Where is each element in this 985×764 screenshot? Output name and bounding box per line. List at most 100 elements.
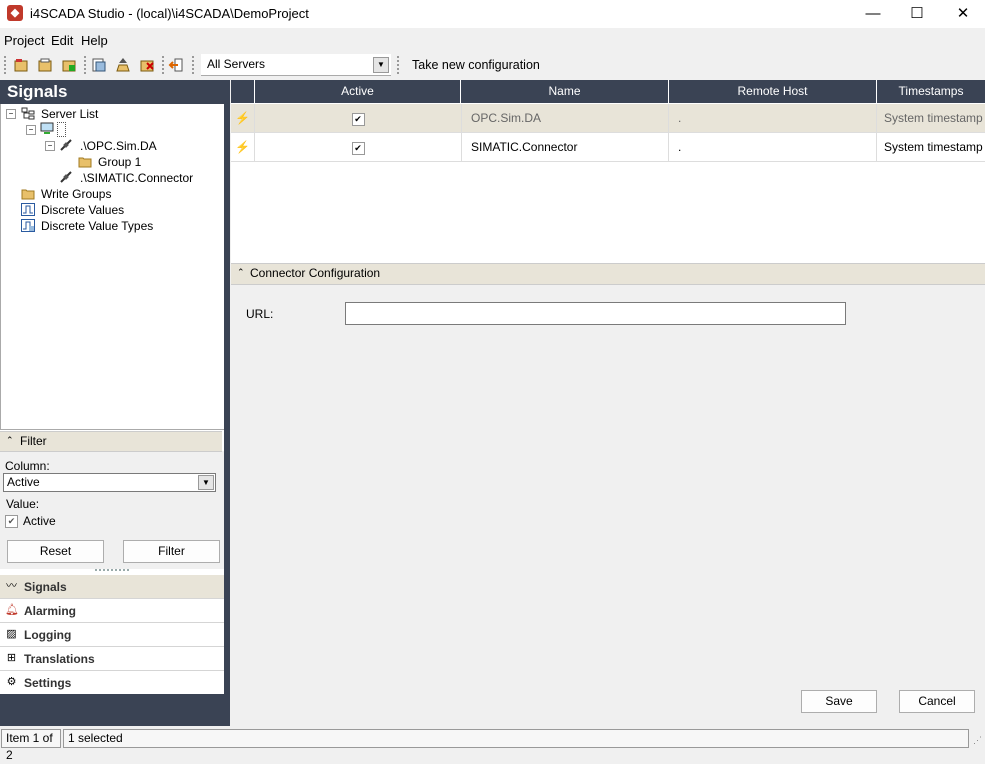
connector-configuration-panel (231, 284, 985, 726)
toolbar-separator (192, 56, 197, 74)
app-logo-icon: ◆ (7, 5, 23, 21)
column-header-name[interactable]: Name (461, 80, 669, 103)
tree-item-simatic-connector[interactable]: .\SIMATIC.Connector (80, 171, 193, 185)
chevron-up-icon[interactable]: ⌃ (6, 435, 14, 446)
nav-translations[interactable]: ⊞ Translations (0, 647, 224, 671)
menu-bar (0, 28, 985, 52)
row-active-checkbox[interactable]: ✔ (255, 104, 462, 132)
panel-splitter-handle[interactable] (95, 569, 129, 574)
row-name: OPC.Sim.DA (462, 104, 669, 132)
tree-collapse-toggle[interactable]: − (26, 125, 36, 135)
status-selection: 1 selected (63, 729, 969, 748)
column-select[interactable]: Active ▼ (3, 473, 216, 492)
toolbar-separator (84, 56, 89, 74)
take-new-configuration-button[interactable]: Take new configuration (406, 56, 546, 74)
server-node-label-box[interactable] (57, 122, 66, 137)
left-panel-title: Signals (7, 82, 68, 101)
minimize-button[interactable]: — (850, 0, 896, 28)
signals-icon: 〰 (6, 580, 17, 592)
nav-signals-label: Signals (24, 580, 67, 594)
grid-row-header-corner (231, 80, 255, 103)
menu-project[interactable]: Project (4, 33, 44, 48)
tree-item-group-1[interactable]: Group 1 (98, 155, 141, 169)
column-select-value: Active (7, 475, 40, 489)
plug-connector-icon (60, 139, 72, 151)
plug-connector-icon: ⚡ (231, 104, 255, 132)
column-header-remote-host[interactable]: Remote Host (669, 80, 877, 103)
discrete-values-icon (21, 203, 35, 216)
tree-item-write-groups[interactable]: Write Groups (41, 187, 111, 201)
tree-item-discrete-values[interactable]: Discrete Values (41, 203, 124, 217)
open-project-icon[interactable] (37, 57, 53, 73)
window-title: i4SCADA Studio - (local)\i4SCADA\DemoPro… (30, 6, 309, 21)
row-timestamps: System timestamp (884, 140, 983, 154)
tree-item-opc-sim-da[interactable]: .\OPC.Sim.DA (80, 139, 157, 153)
exit-icon[interactable] (168, 57, 184, 73)
chevron-down-icon[interactable]: ▼ (373, 57, 389, 73)
close-button[interactable]: ✕ (940, 0, 985, 28)
row-active-checkbox[interactable]: ✔ (255, 133, 462, 161)
nav-footer (0, 694, 226, 726)
column-header-active[interactable]: Active (255, 80, 461, 103)
tree-collapse-toggle[interactable]: − (45, 141, 55, 151)
filter-header-label: Filter (20, 434, 47, 448)
new-project-icon[interactable] (13, 57, 29, 73)
toolbar-grip (4, 56, 9, 74)
row-remote-host: . (670, 104, 877, 132)
active-checkbox[interactable]: ✔ (5, 515, 18, 528)
row-remote-host: . (670, 133, 877, 161)
cancel-button[interactable]: Cancel (899, 690, 975, 713)
url-label: URL: (246, 307, 274, 321)
tree-item-server-list[interactable]: Server List (41, 107, 98, 121)
connector-configuration-title: Connector Configuration (250, 266, 381, 280)
filter-button[interactable]: Filter (123, 540, 220, 563)
gear-icon: ⚙ (6, 676, 17, 688)
reset-button[interactable]: Reset (7, 540, 104, 563)
tree-collapse-toggle[interactable]: − (6, 109, 16, 119)
active-checkbox-label: Active (23, 514, 56, 528)
nav-logging[interactable]: ▨ Logging (0, 623, 224, 647)
tree-item-discrete-value-types[interactable]: Discrete Value Types (41, 219, 153, 233)
nav-settings[interactable]: ⚙ Settings (0, 671, 224, 695)
nav-logging-label: Logging (24, 628, 72, 642)
nav-signals[interactable]: 〰 Signals (0, 575, 224, 599)
nav-settings-label: Settings (24, 676, 72, 690)
row-name: SIMATIC.Connector (462, 133, 669, 161)
server-select-value: All Servers (207, 57, 266, 71)
nav-translations-label: Translations (24, 652, 95, 666)
discrete-value-types-icon (21, 219, 35, 232)
server-list-icon (21, 107, 35, 120)
column-header-timestamps[interactable]: Timestamps (877, 80, 985, 103)
plug-connector-icon: ⚡ (231, 133, 255, 161)
deploy-icon[interactable] (115, 57, 131, 73)
toolbar-separator (397, 56, 402, 74)
folder-icon (78, 157, 92, 168)
value-label: Value: (6, 497, 40, 511)
table-row[interactable]: ⚡ ✔ SIMATIC.Connector . System timestamp (231, 133, 985, 162)
server-select[interactable]: All Servers ▼ (201, 54, 391, 76)
save-button[interactable]: Save (801, 690, 877, 713)
plug-connector-icon (60, 171, 72, 183)
vertical-splitter[interactable] (224, 80, 230, 726)
write-groups-icon (21, 189, 35, 200)
nav-alarming-label: Alarming (24, 604, 77, 618)
table-row[interactable]: ⚡ ✔ OPC.Sim.DA . System timestamp (231, 104, 985, 133)
save-project-icon[interactable] (61, 57, 77, 73)
menu-help[interactable]: Help (81, 33, 108, 48)
chart-icon: ▨ (6, 628, 17, 640)
translate-icon: ⊞ (6, 652, 17, 664)
bell-icon: 🔔︎ (5, 604, 19, 616)
chevron-up-icon[interactable]: ⌃ (237, 267, 245, 278)
row-timestamps: System timestamp (884, 111, 983, 125)
chevron-down-icon[interactable]: ▼ (198, 475, 214, 490)
maximize-button[interactable]: ☐ (894, 0, 940, 28)
url-input[interactable] (345, 302, 846, 325)
status-item-count: Item 1 of 2 (1, 729, 61, 762)
delete-icon[interactable] (139, 57, 155, 73)
column-label: Column: (5, 459, 50, 473)
menu-edit[interactable]: Edit (51, 33, 73, 48)
nav-alarming[interactable]: 🔔︎ Alarming (0, 599, 224, 623)
import-icon[interactable] (91, 57, 107, 73)
computer-icon (40, 122, 54, 134)
resize-grip-icon[interactable]: ⋰ (973, 735, 983, 745)
